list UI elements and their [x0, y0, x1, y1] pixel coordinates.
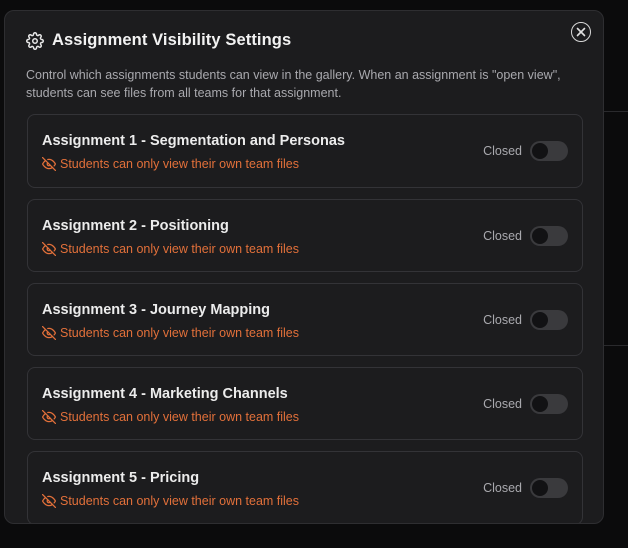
close-button[interactable]: [571, 22, 591, 42]
assignment-title: Assignment 3 - Journey Mapping: [42, 302, 270, 318]
visibility-status: Students can only view their own team fi…: [42, 242, 299, 256]
visibility-state-label: Closed: [483, 397, 522, 411]
assignment-title: Assignment 4 - Marketing Channels: [42, 386, 288, 402]
open-view-toggle[interactable]: [530, 394, 568, 414]
toggle-knob: [532, 396, 548, 412]
assignment-card: Assignment 1 - Segmentation and Personas…: [27, 114, 583, 188]
eye-off-icon: [42, 410, 56, 424]
visibility-status: Students can only view their own team fi…: [42, 410, 299, 424]
eye-off-icon: [42, 494, 56, 508]
visibility-status-text: Students can only view their own team fi…: [60, 242, 300, 256]
eye-off-icon: [42, 326, 56, 340]
backdrop-divider: [604, 345, 628, 346]
dialog-header: Assignment Visibility Settings: [26, 31, 291, 50]
dialog-description: Control which assignments students can v…: [26, 68, 561, 100]
visibility-status-text: Students can only view their own team fi…: [60, 494, 300, 508]
assignment-title: Assignment 1 - Segmentation and Personas: [42, 133, 345, 149]
visibility-status: Students can only view their own team fi…: [42, 494, 299, 508]
visibility-settings-dialog: Assignment Visibility Settings Control w…: [4, 10, 604, 524]
visibility-status: Students can only view their own team fi…: [42, 157, 299, 171]
visibility-status-text: Students can only view their own team fi…: [60, 410, 300, 424]
gear-icon: [26, 31, 44, 50]
visibility-control: Closed: [483, 310, 568, 330]
open-view-toggle[interactable]: [530, 478, 568, 498]
visibility-status-text: Students can only view their own team fi…: [60, 157, 300, 171]
open-view-toggle[interactable]: [530, 226, 568, 246]
assignment-card: Assignment 3 - Journey Mapping Students …: [27, 283, 583, 356]
visibility-state-label: Closed: [483, 481, 522, 495]
eye-off-icon: [42, 157, 56, 171]
eye-off-icon: [42, 242, 56, 256]
close-icon: [576, 27, 586, 37]
visibility-state-label: Closed: [483, 144, 522, 158]
assignment-list: Assignment 1 - Segmentation and Personas…: [27, 114, 583, 523]
visibility-control: Closed: [483, 141, 568, 161]
toggle-knob: [532, 228, 548, 244]
toggle-knob: [532, 312, 548, 328]
toggle-knob: [532, 480, 548, 496]
visibility-state-label: Closed: [483, 313, 522, 327]
assignment-card: Assignment 4 - Marketing Channels Studen…: [27, 367, 583, 440]
visibility-control: Closed: [483, 226, 568, 246]
assignment-card: Assignment 2 - Positioning Students can …: [27, 199, 583, 272]
visibility-status: Students can only view their own team fi…: [42, 326, 299, 340]
visibility-control: Closed: [483, 478, 568, 498]
assignment-card: Assignment 5 - Pricing Students can only…: [27, 451, 583, 523]
open-view-toggle[interactable]: [530, 141, 568, 161]
toggle-knob: [532, 143, 548, 159]
backdrop-divider: [604, 111, 628, 112]
visibility-control: Closed: [483, 394, 568, 414]
visibility-status-text: Students can only view their own team fi…: [60, 326, 300, 340]
dialog-title: Assignment Visibility Settings: [52, 31, 292, 49]
open-view-toggle[interactable]: [530, 310, 568, 330]
assignment-title: Assignment 2 - Positioning: [42, 218, 229, 234]
assignment-title: Assignment 5 - Pricing: [42, 470, 200, 486]
visibility-state-label: Closed: [483, 229, 522, 243]
